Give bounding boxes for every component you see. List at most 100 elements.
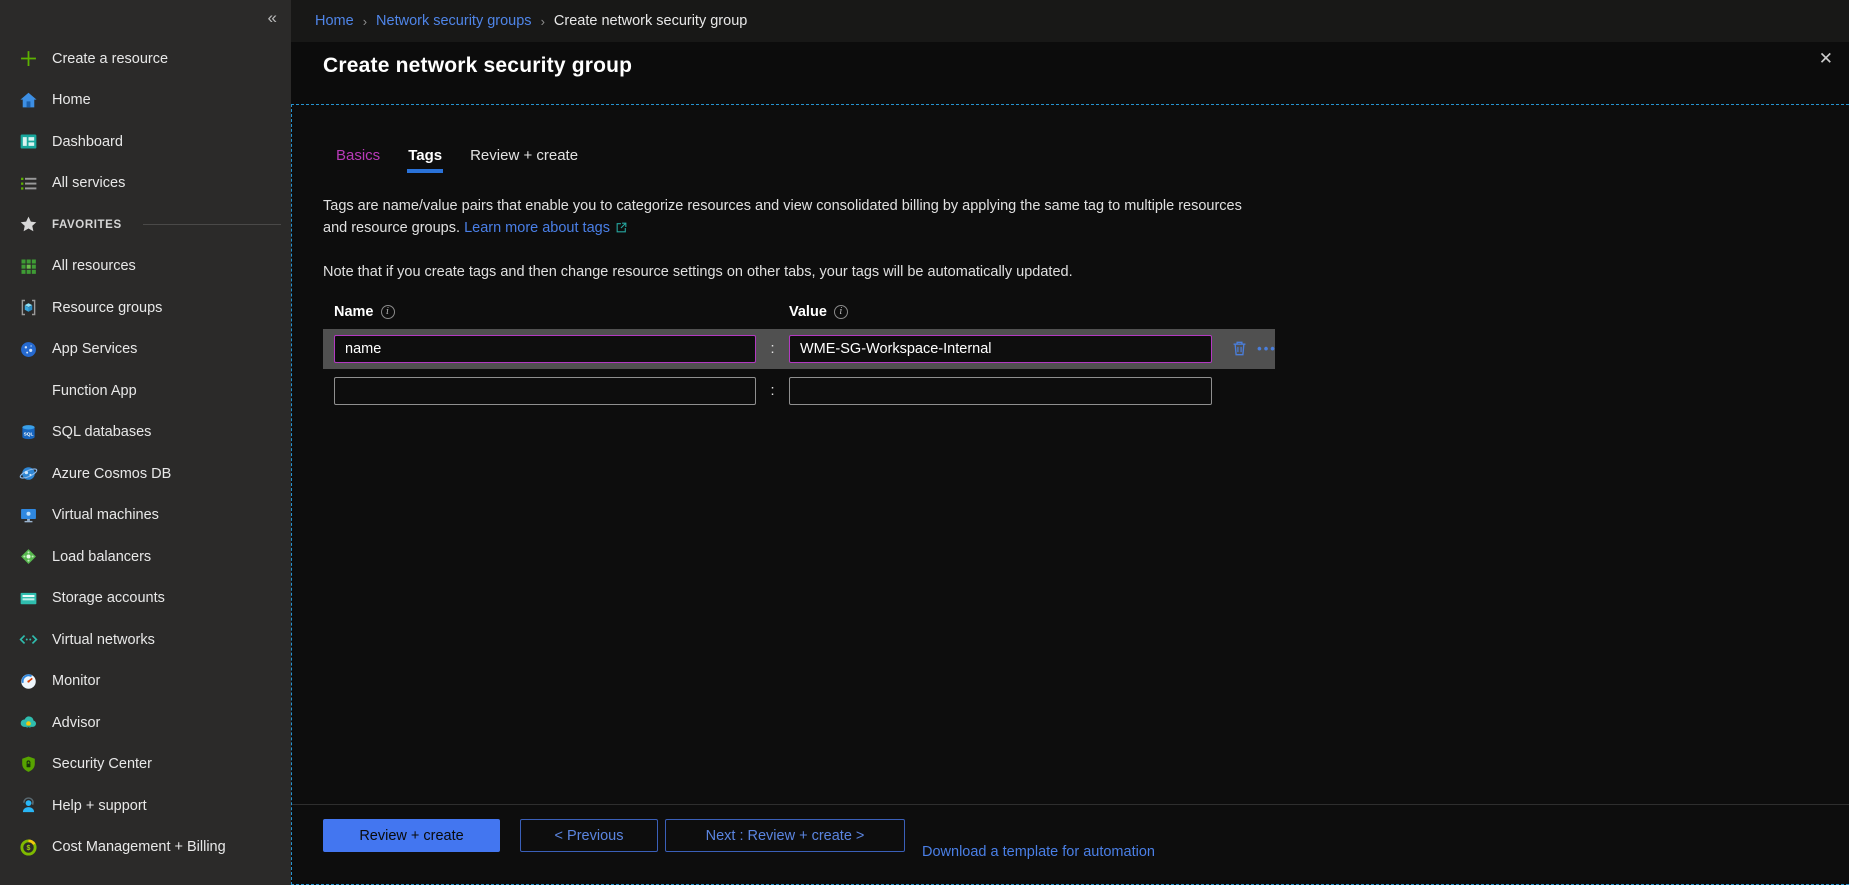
sidebar-item-label: App Services — [52, 341, 137, 357]
more-options-icon[interactable]: ••• — [1252, 341, 1282, 356]
sidebar-item-label: Storage accounts — [52, 590, 165, 606]
sidebar-item-label: Advisor — [52, 715, 100, 731]
tag-rows: :•••: — [323, 329, 1275, 409]
function-app-icon — [18, 380, 39, 401]
sidebar-item-label: Security Center — [52, 756, 152, 772]
tag-row: : — [323, 373, 1275, 409]
sidebar: « Create a resource Home Dashboard All serv… — [0, 0, 291, 885]
breadcrumb-create-network-security-group: Create network security group — [554, 13, 747, 29]
svg-text:$: $ — [27, 845, 31, 852]
tag-name-input[interactable] — [334, 377, 756, 405]
sql-databases-icon: SQL — [18, 422, 39, 443]
tab-bar: BasicsTagsReview + create — [323, 145, 1849, 173]
breadcrumb-separator: › — [541, 14, 545, 29]
sidebar-item-label: Resource groups — [52, 300, 162, 316]
sidebar-item-storage-accounts[interactable]: Storage accounts — [0, 578, 291, 620]
sidebar-item-advisor[interactable]: Advisor — [0, 702, 291, 744]
plus-icon — [18, 48, 39, 69]
main-area: Home › Network security groups › Create netw… — [291, 0, 1849, 885]
sidebar-item-security-center[interactable]: Security Center — [0, 744, 291, 786]
sidebar-item-label: Monitor — [52, 673, 100, 689]
tag-row: :••• — [323, 329, 1275, 369]
sidebar-item-label: Load balancers — [52, 549, 151, 565]
previous-button[interactable]: < Previous — [520, 819, 658, 852]
sidebar-item-monitor[interactable]: Monitor — [0, 661, 291, 703]
cost-management-icon: $ — [18, 837, 39, 858]
delete-tag-icon[interactable] — [1226, 339, 1252, 358]
app-services-icon — [18, 339, 39, 360]
sidebar-item-all-services[interactable]: All services — [0, 163, 291, 205]
sidebar-item-label: SQL databases — [52, 424, 151, 440]
sidebar-item-function-app[interactable]: Function App — [0, 370, 291, 412]
section-divider — [143, 224, 281, 225]
sidebar-item-label: Function App — [52, 383, 137, 399]
tag-value-input[interactable] — [789, 335, 1212, 363]
star-icon — [18, 214, 39, 235]
sidebar-item-virtual-machines[interactable]: Virtual machines — [0, 495, 291, 537]
sidebar-collapse-icon[interactable]: « — [268, 8, 277, 28]
sidebar-item-resource-groups[interactable]: Resource groups — [0, 287, 291, 329]
learn-more-link[interactable]: Learn more about tags — [464, 220, 610, 236]
tags-description-text: Tags are name/value pairs that enable yo… — [323, 198, 1242, 236]
info-icon[interactable]: i — [381, 305, 395, 319]
sidebar-item-label: All resources — [52, 258, 136, 274]
value-column-header: Value — [789, 304, 827, 320]
sidebar-item-label: Virtual networks — [52, 632, 155, 648]
sidebar-item-app-services[interactable]: App Services — [0, 329, 291, 371]
download-template-link[interactable]: Download a template for automation — [922, 844, 1155, 860]
sidebar-item-label: All services — [52, 175, 125, 191]
tag-colon: : — [756, 341, 789, 357]
all-resources-icon — [18, 256, 39, 277]
sidebar-item-sql-databases[interactable]: SQL SQL databases — [0, 412, 291, 454]
security-center-icon — [18, 754, 39, 775]
sidebar-item-label: FAVORITES — [52, 219, 122, 231]
sidebar-item-all-resources[interactable]: All resources — [0, 246, 291, 288]
sidebar-item-azure-cosmos-db[interactable]: Azure Cosmos DB — [0, 453, 291, 495]
dashboard-icon — [18, 131, 39, 152]
advisor-icon — [18, 712, 39, 733]
tab-basics[interactable]: Basics — [323, 145, 393, 173]
review-create-button[interactable]: Review + create — [323, 819, 500, 852]
sidebar-item-home[interactable]: Home — [0, 80, 291, 122]
tab-tags[interactable]: Tags — [395, 145, 455, 173]
tag-table: Namei Valuei :•••: — [323, 304, 1275, 409]
tab-review-create[interactable]: Review + create — [457, 145, 591, 173]
breadcrumb-network-security-groups[interactable]: Network security groups — [376, 13, 532, 29]
sidebar-item-label: Virtual machines — [52, 507, 159, 523]
sidebar-item-help-support[interactable]: Help + support — [0, 785, 291, 827]
cosmos-db-icon — [18, 463, 39, 484]
sidebar-item-create-a-resource[interactable]: Create a resource — [0, 38, 291, 80]
resource-groups-icon — [18, 297, 39, 318]
sidebar-item-label: Home — [52, 92, 91, 108]
sidebar-item-label: Create a resource — [52, 51, 168, 67]
virtual-machines-icon — [18, 505, 39, 526]
sidebar-section-favorites: FAVORITES — [0, 204, 291, 246]
sidebar-item-load-balancers[interactable]: Load balancers — [0, 536, 291, 578]
sidebar-item-virtual-networks[interactable]: Virtual networks — [0, 619, 291, 661]
monitor-icon — [18, 671, 39, 692]
sidebar-item-label: Help + support — [52, 798, 147, 814]
info-icon[interactable]: i — [834, 305, 848, 319]
sidebar-item-label: Dashboard — [52, 134, 123, 150]
sidebar-item-cost-management-billing[interactable]: $Cost Management + Billing — [0, 827, 291, 869]
tag-name-input[interactable] — [334, 335, 756, 363]
sidebar-item-dashboard[interactable]: Dashboard — [0, 121, 291, 163]
sidebar-items: Create a resource Home Dashboard All servic… — [0, 0, 291, 868]
content-panel: BasicsTagsReview + create Tags are name/… — [291, 104, 1849, 885]
breadcrumb-home[interactable]: Home — [315, 13, 354, 29]
footer-bar: Review + create < Previous Next : Review… — [292, 804, 1849, 884]
panel-header: Create network security group ✕ — [291, 42, 1849, 104]
external-link-icon — [615, 219, 628, 241]
tag-table-header: Namei Valuei — [323, 304, 1275, 320]
name-column-header: Name — [334, 304, 374, 320]
tags-note: Note that if you create tags and then ch… — [323, 264, 1849, 280]
storage-accounts-icon — [18, 588, 39, 609]
tag-value-input[interactable] — [789, 377, 1212, 405]
breadcrumb-separator: › — [363, 14, 367, 29]
close-icon[interactable]: ✕ — [1819, 50, 1833, 67]
load-balancers-icon — [18, 546, 39, 567]
next-button[interactable]: Next : Review + create > — [665, 819, 905, 852]
virtual-networks-icon — [18, 629, 39, 650]
all-services-icon — [18, 173, 39, 194]
tag-colon: : — [756, 383, 789, 399]
